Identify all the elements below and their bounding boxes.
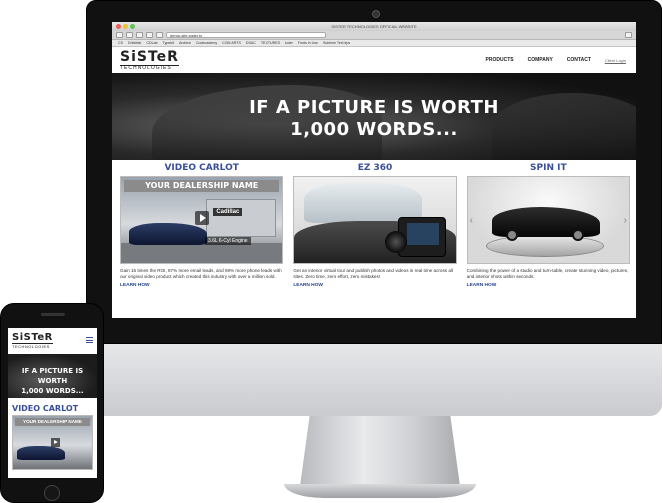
bookmark-item[interactable]: Codecademy	[196, 41, 217, 45]
bookmark-button[interactable]	[156, 32, 163, 38]
wheel-shape	[571, 229, 584, 241]
bookmark-item[interactable]: Sublime Text tips	[323, 41, 350, 45]
hero-line-1: IF A PICTURE IS WORTH	[249, 97, 499, 118]
learn-how-link[interactable]: LEARN HOW	[120, 283, 283, 288]
video-carlot-thumbnail[interactable]: YOUR DEALERSHIP NAME Cadillac 3.6L 6-Cyl…	[120, 176, 284, 264]
play-icon[interactable]	[195, 211, 209, 225]
chevron-right-icon[interactable]: ›	[624, 215, 627, 226]
webcam-icon	[372, 10, 380, 18]
mobile-header: SiSTeR TECHNOLOGIES	[8, 328, 97, 354]
window-controls	[116, 24, 135, 29]
mobile-hero: IF A PICTURE IS WORTH 1,000 WORDS...	[8, 354, 97, 398]
bookmark-item[interactable]: CS	[118, 41, 123, 45]
play-icon[interactable]	[51, 438, 60, 447]
learn-how-link[interactable]: LEARN HOW	[467, 283, 630, 288]
search-button[interactable]	[625, 32, 632, 38]
car-image	[17, 446, 65, 460]
imac-stand-foot	[284, 484, 476, 498]
wheel-shape	[505, 229, 518, 241]
hero-line-1: IF A PICTURE IS WORTH	[21, 367, 84, 385]
client-login-link[interactable]: Client Login	[605, 58, 626, 63]
product-title: VIDEO CARLOT	[164, 163, 239, 173]
dealership-building: Cadillac	[206, 199, 277, 237]
camera-lens	[384, 231, 407, 253]
spin-it-thumbnail[interactable]: ‹ ›	[466, 176, 630, 264]
logo-wordmark: SiSTeR	[12, 332, 53, 343]
imac-chin	[86, 344, 662, 416]
car-image	[129, 223, 207, 245]
dealership-banner: YOUR DEALERSHIP NAME	[124, 180, 280, 192]
nav-contact[interactable]: CONTACT	[567, 57, 591, 63]
lot-ground	[121, 243, 283, 263]
close-window-icon[interactable]	[116, 24, 121, 29]
engine-label: 3.6L 6-Cyl Engine	[205, 237, 251, 245]
zoom-window-icon[interactable]	[130, 24, 135, 29]
home-button[interactable]	[44, 485, 60, 501]
nav-company[interactable]: COMPANY	[528, 57, 553, 63]
hero-line-2: 1,000 WORDS...	[290, 119, 458, 140]
bookmark-item[interactable]: kuler	[285, 41, 293, 45]
imac-stand	[300, 416, 460, 486]
product-card-spin-it: SPIN IT ‹ › Combining the power of a stu…	[466, 163, 630, 288]
bookmarks-bar: CS Dribbble CDLab Typekit Archive Codeca…	[112, 40, 636, 47]
dealership-banner: YOUR DEALERSHIP NAME	[15, 418, 90, 426]
hero-banner: IF A PICTURE IS WORTH 1,000 WORDS...	[112, 73, 636, 160]
device-mockup-stage: SISTER TECHNOLOGIES OFFICIAL WEBSITE dem…	[0, 0, 663, 503]
product-description: Combining the power of a studio and turn…	[466, 268, 629, 279]
iphone-device: SiSTeR TECHNOLOGIES IF A PICTURE IS WORT…	[0, 303, 104, 503]
product-title: EZ 360	[357, 163, 393, 173]
site-header: SiSTeR TECHNOLOGIES PRODUCTS COMPANY CON…	[112, 47, 636, 73]
learn-how-link[interactable]: LEARN HOW	[293, 283, 456, 288]
turntable	[485, 235, 604, 257]
bookmark-item[interactable]: Fonts in Use	[298, 41, 318, 45]
phone-screen: SiSTeR TECHNOLOGIES IF A PICTURE IS WORT…	[8, 328, 97, 478]
imac-screen: SISTER TECHNOLOGIES OFFICIAL WEBSITE dem…	[112, 22, 636, 318]
ez360-thumbnail[interactable]	[293, 176, 457, 264]
window-title: SISTER TECHNOLOGIES OFFICIAL WEBSITE	[331, 24, 417, 29]
bookmark-item[interactable]: TEXTURES	[261, 41, 280, 45]
product-columns: VIDEO CARLOT YOUR DEALERSHIP NAME Cadill…	[112, 160, 636, 288]
nav-products[interactable]: PRODUCTS	[486, 57, 514, 63]
browser-toolbar: demo-site.sister.tv	[112, 31, 636, 40]
dealership-sign: Cadillac	[213, 208, 243, 216]
address-bar[interactable]: demo-site.sister.tv	[166, 32, 326, 38]
product-title: VIDEO CARLOT	[12, 404, 79, 413]
hero-headline: IF A PICTURE IS WORTH 1,000 WORDS...	[112, 97, 636, 141]
logo-subtitle: TECHNOLOGIES	[12, 343, 53, 349]
bookmark-item[interactable]: Dribbble	[128, 41, 141, 45]
mobile-logo[interactable]: SiSTeR TECHNOLOGIES	[12, 333, 53, 349]
bookmark-item[interactable]: CDLab	[146, 41, 157, 45]
logo-wordmark: SiSTeR	[120, 48, 179, 65]
camera-icon	[384, 217, 446, 257]
hero-line-2: 1,000 WORDS...	[21, 387, 84, 395]
product-description: Get an interior virtual tour and publish…	[293, 268, 453, 279]
logo-subtitle: TECHNOLOGIES	[120, 64, 179, 71]
site-logo[interactable]: SiSTeR TECHNOLOGIES	[120, 50, 179, 71]
product-title: SPIN IT	[530, 163, 567, 173]
minimize-window-icon[interactable]	[123, 24, 128, 29]
video-carlot-thumbnail[interactable]: YOUR DEALERSHIP NAME	[12, 415, 93, 470]
back-button[interactable]	[116, 32, 123, 38]
bookmark-item[interactable]: COM ARTS	[222, 41, 241, 45]
phone-speaker	[41, 313, 65, 316]
browser-titlebar: SISTER TECHNOLOGIES OFFICIAL WEBSITE	[112, 22, 636, 31]
bookmark-item[interactable]: DSAC	[246, 41, 256, 45]
bookmark-item[interactable]: Archive	[179, 41, 191, 45]
bookmark-item[interactable]: Typekit	[163, 41, 174, 45]
product-card-video-carlot: VIDEO CARLOT YOUR DEALERSHIP NAME Cadill…	[120, 163, 284, 288]
chevron-left-icon[interactable]: ‹	[470, 215, 473, 226]
camera-screen	[406, 223, 439, 245]
share-button[interactable]	[136, 32, 143, 38]
product-card-ez360: EZ 360 Get an interior virtual tour and …	[293, 163, 457, 288]
main-nav: PRODUCTS COMPANY CONTACT Client Login	[486, 57, 626, 63]
forward-button[interactable]	[126, 32, 133, 38]
hamburger-menu-icon[interactable]	[86, 337, 93, 343]
reload-button[interactable]	[146, 32, 153, 38]
product-description: Gain 15 times the ROI, 87% more email le…	[120, 268, 282, 279]
